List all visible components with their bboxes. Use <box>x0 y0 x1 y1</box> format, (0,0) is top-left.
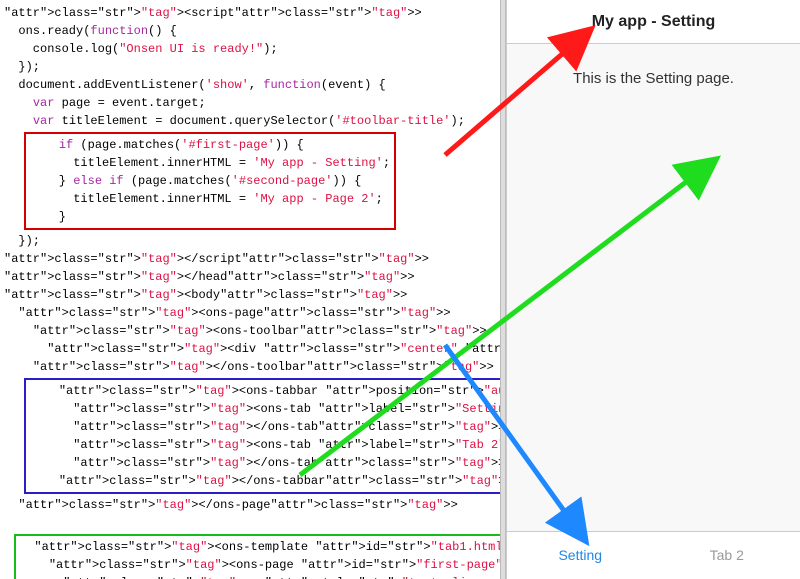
tabbar: Setting Tab 2 <box>507 531 800 579</box>
code-line: "attr">class="str">"tag"><ons-template "… <box>20 538 500 556</box>
code-line: "attr">class="str">"tag"><ons-toolbar"at… <box>4 322 500 340</box>
code-line: "attr">class="str">"tag"><ons-tab "attr"… <box>30 400 500 418</box>
code-editor-pane: "attr">class="str">"tag"><script"attr">c… <box>0 0 500 579</box>
page-content-text: This is the Setting page. <box>573 70 734 87</box>
code-line: "attr">class="str">"tag"><ons-page "attr… <box>20 556 500 574</box>
code-line: } <box>30 208 390 226</box>
code-line: "attr">class="str">"tag"></ons-toolbar"a… <box>4 358 500 376</box>
preview-pane: My app - Setting This is the Setting pag… <box>506 0 800 579</box>
tab-label: Setting <box>558 545 602 566</box>
code-line: if (page.matches('#first-page')) { <box>30 136 390 154</box>
page-content: This is the Setting page. <box>507 44 800 531</box>
code-line: "attr">class="str">"tag"><ons-tab "attr"… <box>30 436 500 454</box>
tab-tab2[interactable]: Tab 2 <box>654 532 800 579</box>
annotation-box-blue: "attr">class="str">"tag"><ons-tabbar "at… <box>24 378 500 494</box>
tab-setting[interactable]: Setting <box>507 532 654 579</box>
code-line: "attr">class="str">"tag"><ons-page"attr"… <box>4 304 500 322</box>
code-line: }); <box>4 232 500 250</box>
tab-label: Tab 2 <box>710 545 744 566</box>
code-line: "attr">class="str">"tag"><p "attr">style… <box>20 574 500 579</box>
code-line: "attr">class="str">"tag"></head"attr">cl… <box>4 268 500 286</box>
code-line: "attr">class="str">"tag"><script"attr">c… <box>4 4 500 22</box>
code-line: "attr">class="str">"tag"></ons-tab"attr"… <box>30 418 500 436</box>
code-line: titleElement.innerHTML = 'My app - Page … <box>30 190 390 208</box>
annotation-box-green: "attr">class="str">"tag"><ons-template "… <box>14 534 500 579</box>
code-line: var page = event.target; <box>4 94 500 112</box>
code-line: "attr">class="str">"tag"></script"attr">… <box>4 250 500 268</box>
code-line: } else if (page.matches('#second-page'))… <box>30 172 390 190</box>
code-line: console.log("Onsen UI is ready!"); <box>4 40 500 58</box>
code-line <box>4 514 500 532</box>
code-line: document.addEventListener('show', functi… <box>4 76 500 94</box>
code-line: "attr">class="str">"tag"></ons-tab"attr"… <box>30 454 500 472</box>
code-line: "attr">class="str">"tag"><ons-tabbar "at… <box>30 382 500 400</box>
code-line: var titleElement = document.querySelecto… <box>4 112 500 130</box>
annotation-box-red: if (page.matches('#first-page')) { title… <box>24 132 396 230</box>
toolbar: My app - Setting <box>507 0 800 44</box>
page-title: My app - Setting <box>592 10 716 34</box>
code-line: "attr">class="str">"tag"></ons-page"attr… <box>4 496 500 514</box>
code-line: }); <box>4 58 500 76</box>
code-line: "attr">class="str">"tag"></ons-tabbar"at… <box>30 472 500 490</box>
code-line: "attr">class="str">"tag"><div "attr">cla… <box>4 340 500 358</box>
code-line: "attr">class="str">"tag"><body"attr">cla… <box>4 286 500 304</box>
code-line: ons.ready(function() { <box>4 22 500 40</box>
code-line: titleElement.innerHTML = 'My app - Setti… <box>30 154 390 172</box>
